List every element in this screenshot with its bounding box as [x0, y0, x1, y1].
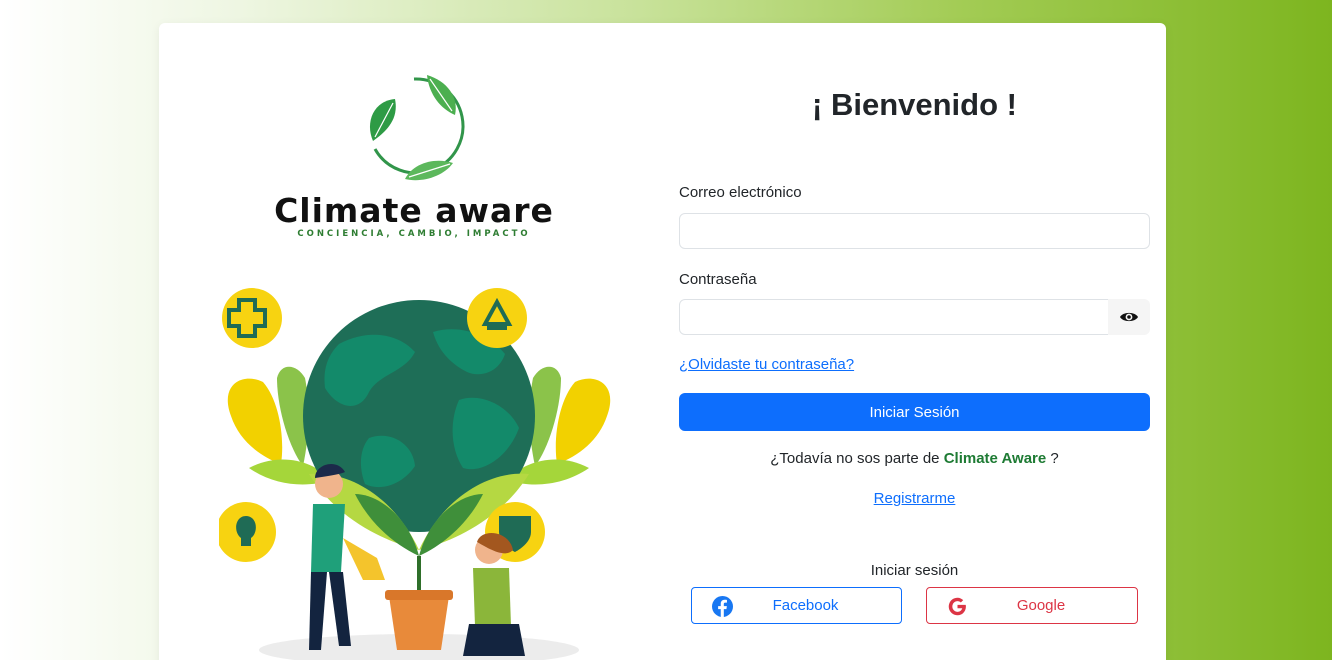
leaf-ring-logo-icon	[369, 75, 465, 181]
google-login-button[interactable]: Google	[926, 587, 1138, 624]
branding-panel: Climate aware CONCIENCIA, CAMBIO, IMPACT…	[159, 23, 669, 660]
brand-tagline: CONCIENCIA, CAMBIO, IMPACTO	[297, 229, 531, 239]
google-icon	[948, 597, 966, 616]
signup-prompt: ¿Todavía no sos parte de Climate Aware ?	[679, 450, 1150, 467]
email-field[interactable]	[679, 213, 1150, 249]
facebook-icon	[712, 596, 733, 617]
login-form: ¡ Bienvenido ! Correo electrónico Contra…	[679, 23, 1150, 660]
eye-icon	[1120, 312, 1138, 322]
welcome-title: ¡ Bienvenido !	[812, 87, 1017, 122]
password-visibility-toggle[interactable]	[1108, 299, 1150, 335]
register-link[interactable]: Registrarme	[874, 490, 956, 507]
signup-prompt-prefix: ¿Todavía no sos parte de	[770, 450, 944, 467]
login-card: Climate aware CONCIENCIA, CAMBIO, IMPACT…	[159, 23, 1166, 660]
social-login-heading: Iniciar sesión	[870, 562, 959, 579]
password-field[interactable]	[679, 299, 1109, 335]
brand-name: Climate aware	[274, 191, 554, 230]
sign-in-button[interactable]: Iniciar Sesión	[679, 393, 1150, 431]
facebook-login-button[interactable]: Facebook	[691, 587, 902, 624]
signup-prompt-suffix: ?	[1046, 450, 1059, 467]
signup-prompt-brand: Climate Aware	[943, 450, 1047, 467]
password-label: Contraseña	[679, 271, 757, 288]
forgot-password-link[interactable]: ¿Olvidaste tu contraseña?	[679, 356, 854, 373]
earth-care-illustration	[219, 288, 611, 660]
email-label: Correo electrónico	[679, 184, 802, 201]
